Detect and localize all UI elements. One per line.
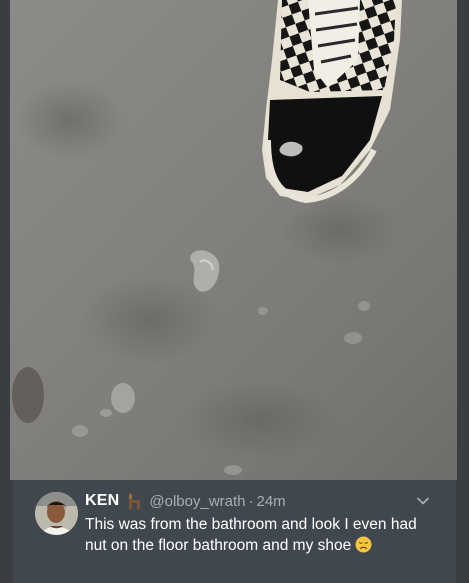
tweet-screenshot: KEN @olboy_wrath · 24m This was from the… <box>0 0 469 583</box>
disappointed-face-icon <box>355 536 372 553</box>
username[interactable]: @olboy_wrath <box>149 493 245 510</box>
avatar-image <box>35 492 78 535</box>
tweet-card[interactable]: KEN @olboy_wrath · 24m This was from the… <box>13 480 456 583</box>
floor-photo-graphic <box>12 0 402 475</box>
chair-icon <box>125 492 143 510</box>
timestamp[interactable]: 24m <box>257 493 286 510</box>
avatar[interactable] <box>35 492 78 535</box>
time-separator: · <box>248 492 254 510</box>
display-name[interactable]: KEN <box>85 492 119 510</box>
tweet-body: This was from the bathroom and look I ev… <box>85 514 425 556</box>
tweet-photo[interactable] <box>10 0 457 480</box>
chevron-down-icon[interactable] <box>416 494 430 508</box>
